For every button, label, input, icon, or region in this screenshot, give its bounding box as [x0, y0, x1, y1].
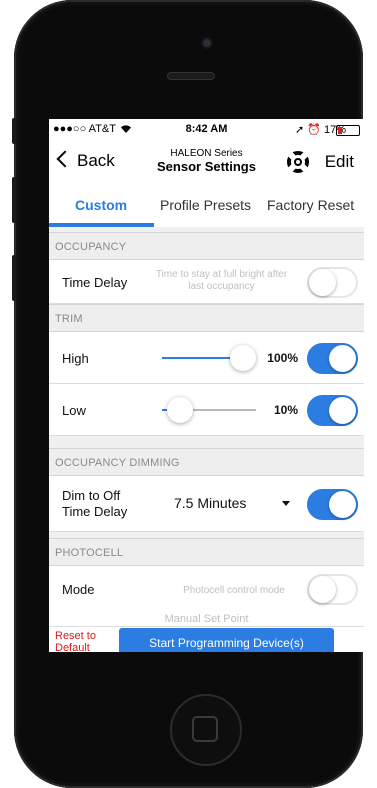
battery-level — [338, 127, 342, 134]
lifebuoy-center — [294, 158, 302, 166]
toggle-knob — [309, 576, 336, 603]
photocell-mode-label: Mode — [62, 582, 95, 597]
trim-high-slider-thumb[interactable] — [230, 345, 256, 371]
toggle-knob — [329, 345, 356, 372]
toggle-knob — [309, 269, 336, 296]
trim-low-row: Low 10% — [49, 384, 364, 436]
manual-set-point-label: Manual Set Point — [164, 613, 249, 625]
trim-high-toggle[interactable] — [307, 343, 358, 374]
time-delay-hint: Time to stay at full bright after last o… — [155, 269, 288, 292]
time-delay-row: Time Delay Time to stay at full bright a… — [49, 260, 364, 304]
manual-set-point-row: Manual Set Point — [49, 611, 364, 627]
trim-high-value: 100% — [267, 351, 298, 365]
start-programming-button[interactable]: Start Programming Device(s) — [119, 628, 334, 652]
section-header-occupancy: OCCUPANCY — [49, 232, 364, 260]
trim-low-value: 10% — [273, 403, 298, 417]
trim-high-row: High 100% — [49, 332, 364, 384]
dim-to-off-label-line2: Time Delay — [62, 504, 128, 519]
lifebuoy-icon[interactable] — [287, 151, 309, 173]
edit-button[interactable]: Edit — [325, 152, 354, 172]
tab-profile-presets[interactable]: Profile Presets — [160, 197, 251, 213]
tab-factory-reset[interactable]: Factory Reset — [267, 197, 354, 213]
photocell-mode-hint: Photocell control mode — [183, 585, 285, 596]
photocell-mode-toggle[interactable] — [307, 574, 358, 605]
chevron-down-icon[interactable] — [282, 501, 290, 506]
section-title: TRIM — [55, 313, 83, 325]
tab-custom[interactable]: Custom — [75, 197, 127, 213]
section-header-occupancy-dimming: OCCUPANCY DIMMING — [49, 448, 364, 476]
dim-to-off-select[interactable]: 7.5 Minutes — [174, 495, 246, 511]
time-delay-label: Time Delay — [62, 275, 128, 290]
reset-to-default-button[interactable]: Reset to Default — [55, 630, 96, 652]
section-title: OCCUPANCY — [55, 241, 127, 253]
section-header-photocell: PHOTOCELL — [49, 538, 364, 566]
footer-bar: Reset to Default Start Programming Devic… — [49, 626, 364, 652]
time-delay-toggle[interactable] — [307, 267, 358, 298]
volume-down-button — [12, 255, 16, 301]
dim-to-off-toggle[interactable] — [307, 489, 358, 520]
tab-bar: Custom Profile Presets Factory Reset — [49, 183, 364, 227]
status-bar: ●●●○○ AT&T 8:42 AM ➚ ⏰ 17% — [49, 119, 364, 139]
nav-title: HALEON Series Sensor Settings — [49, 147, 364, 173]
mute-switch — [12, 118, 16, 144]
reset-label-line2: Default — [55, 642, 90, 652]
toggle-knob — [329, 397, 356, 424]
app-screen: ●●●○○ AT&T 8:42 AM ➚ ⏰ 17% Back HALEON S… — [49, 119, 364, 652]
section-title: OCCUPANCY DIMMING — [55, 457, 180, 469]
navigation-bar: Back HALEON Series Sensor Settings Edit — [49, 139, 364, 183]
trim-low-toggle[interactable] — [307, 395, 358, 426]
dim-to-off-row: Dim to Off Time Delay 7.5 Minutes — [49, 476, 364, 532]
volume-up-button — [12, 177, 16, 223]
trim-low-slider-thumb[interactable] — [167, 397, 193, 423]
section-header-trim: TRIM — [49, 304, 364, 332]
toggle-knob — [329, 491, 356, 518]
front-camera — [203, 39, 211, 47]
section-title: PHOTOCELL — [55, 547, 124, 559]
trim-low-label: Low — [62, 403, 86, 418]
battery-icon — [336, 125, 360, 136]
reset-label-line1: Reset to — [55, 630, 96, 642]
page-title: Sensor Settings — [157, 159, 256, 174]
dim-to-off-label-line1: Dim to Off — [62, 488, 121, 503]
active-tab-indicator — [49, 223, 154, 227]
earpiece-speaker — [167, 72, 215, 80]
photocell-mode-row: Mode Photocell control mode — [49, 566, 364, 611]
trim-high-label: High — [62, 351, 89, 366]
home-square-icon — [192, 716, 218, 742]
